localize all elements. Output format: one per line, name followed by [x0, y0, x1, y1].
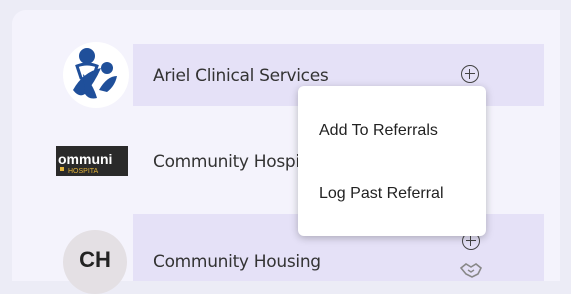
referral-action-menu: Add To Referrals Log Past Referral	[298, 86, 486, 236]
community-hospital-logo: ommuni HOSPITA	[56, 142, 128, 178]
handshake-icon[interactable]	[459, 262, 483, 283]
provider-name-community-housing[interactable]: Community Housing	[153, 252, 321, 272]
provider-name-ariel[interactable]: Ariel Clinical Services	[153, 66, 329, 86]
logo-text-top: ommuni	[58, 151, 112, 167]
menu-item-add-to-referrals[interactable]: Add To Referrals	[319, 122, 438, 140]
logo-text-bottom: HOSPITA	[68, 168, 99, 175]
scrollbar-track[interactable]	[560, 10, 571, 281]
provider-name-community-hospital[interactable]: Community Hospit	[153, 152, 307, 172]
add-circle-icon[interactable]	[461, 65, 479, 83]
avatar-initials: CH	[79, 247, 111, 272]
ariel-clinical-services-logo	[63, 42, 129, 108]
menu-item-log-past-referral[interactable]: Log Past Referral	[319, 185, 444, 203]
initials-avatar: CH	[63, 230, 127, 294]
